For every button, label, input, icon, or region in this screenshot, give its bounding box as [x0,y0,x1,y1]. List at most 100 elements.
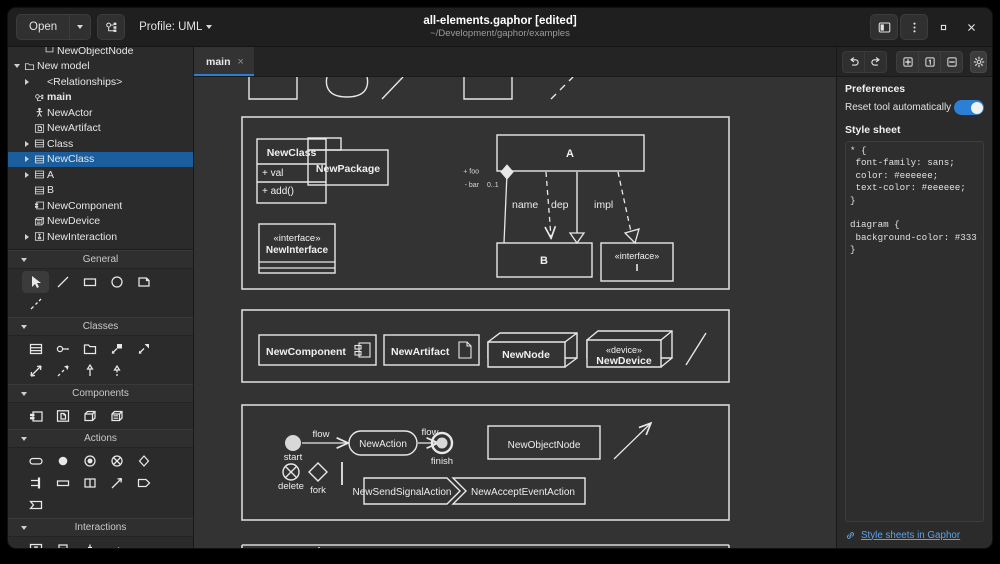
interactions-group[interactable] [241,544,730,548]
sidebar-toggle-button[interactable] [870,14,898,40]
maximize-button[interactable] [930,15,956,39]
containment-tool[interactable] [103,338,130,360]
association-tool[interactable] [22,360,49,382]
generalization-relationship[interactable] [568,172,586,245]
realization-tool[interactable] [103,360,130,382]
dependency-relationship[interactable]: dep [546,171,569,237]
zoom-out-button[interactable] [940,50,963,73]
objectnode-shape[interactable]: NewObjectNode [487,425,601,460]
reset-tool-pref-row[interactable]: Reset tool automatically [845,100,984,115]
line-tool[interactable] [49,271,76,293]
tree-item[interactable]: NewArtifact [8,121,193,137]
expander-closed-icon[interactable] [22,78,32,85]
classes-group[interactable]: NewClass + val + add() NewPackage «inter… [241,116,730,290]
dependency-tool[interactable] [49,360,76,382]
generalization-tool[interactable] [76,360,103,382]
tree-item[interactable]: NewDevice [8,214,193,230]
newinterface-shape[interactable]: «interface» NewInterface [258,223,336,274]
tree-item[interactable]: NewObjectNode [8,47,193,59]
tab-main[interactable]: main × [194,47,254,76]
interface-i-shape[interactable]: «interface» I [600,242,674,282]
newartifact-shape[interactable]: NewArtifact [383,334,480,366]
lifeline-tool[interactable] [49,539,76,548]
action-tool[interactable] [22,450,49,472]
zoom-100-button[interactable] [918,50,940,73]
partition-tool[interactable] [76,472,103,494]
class-a-shape[interactable]: A [496,134,645,172]
stylesheet-editor[interactable]: * { font-family: sans; color: #eeeeee; t… [845,141,984,522]
diagram-tab-bar[interactable]: main × [194,47,836,77]
zoom-in-button[interactable] [896,50,918,73]
tree-item[interactable]: <Relationships> [8,74,193,90]
tree-item[interactable]: NewActor [8,105,193,121]
comment-tool[interactable] [130,271,157,293]
tree-item[interactable]: New model [8,59,193,75]
fork-node-tool[interactable] [22,472,49,494]
decision-node-tool[interactable] [130,450,157,472]
toolbox-section-header[interactable]: Interactions [8,518,193,537]
open-split-button[interactable]: Open [16,14,92,40]
expander-closed-icon[interactable] [22,233,32,240]
accepteventaction-shape[interactable]: NewAcceptEventAction [451,477,586,505]
open-button[interactable]: Open [16,14,70,40]
initial-node-tool[interactable] [49,450,76,472]
components-group[interactable]: NewComponent NewArtifact NewNode «device… [241,309,730,383]
newdevice-shape[interactable]: «device» NewDevice [586,330,673,368]
fork-decision-node[interactable] [308,462,328,482]
toolbox-panel[interactable]: General Classes Components Actions Interacti… [8,249,193,548]
realization-relationship[interactable]: impl [594,171,640,245]
main-menu-button[interactable] [900,14,928,40]
package-tool[interactable] [76,338,103,360]
interface-tool[interactable] [49,338,76,360]
node-tool[interactable] [76,405,103,427]
composite-association-tool[interactable] [130,338,157,360]
control-flow-tool[interactable] [103,472,130,494]
component-connector-line[interactable] [685,332,707,366]
object-flow-edge[interactable] [613,424,650,460]
expander-closed-icon[interactable] [22,140,32,147]
redo-button[interactable] [864,50,887,73]
diagram-toolbar[interactable] [837,47,992,77]
newnode-shape[interactable]: NewNode [487,332,578,368]
tree-item[interactable]: main [8,90,193,106]
stylesheet-help-row[interactable]: Style sheets in Gaphor [837,522,992,548]
association-relationship[interactable]: + foo - bar 0..1 name [463,164,538,244]
open-dropdown-button[interactable] [69,14,92,40]
class-b-shape[interactable]: B [496,242,593,278]
send-signal-action-tool[interactable] [130,472,157,494]
box-tool[interactable] [76,271,103,293]
tree-item[interactable]: NewComponent [8,198,193,214]
toolbox-section-header[interactable]: Actions [8,429,193,448]
comment-line-tool[interactable] [22,293,49,315]
object-node-tool[interactable] [49,472,76,494]
newaction-shape[interactable]: NewAction [348,430,418,456]
toolbox-section-header[interactable]: General [8,250,193,269]
tree-item[interactable]: NewInteraction [8,229,193,245]
stylesheet-help-link[interactable]: Style sheets in Gaphor [861,530,960,541]
newpackage-shape[interactable]: NewPackage [307,137,389,186]
tree-item[interactable]: B [8,183,193,199]
message-tool[interactable] [103,539,130,548]
undo-button[interactable] [842,50,864,73]
artifact-tool[interactable] [49,405,76,427]
device-tool[interactable] [103,405,130,427]
model-tree[interactable]: NewObjectNode New model <Relationships> mai… [8,47,193,249]
execution-specification-tool[interactable] [76,539,103,548]
class-tool[interactable] [22,338,49,360]
new-model-button[interactable] [97,14,126,40]
tree-item[interactable]: NewClass [8,151,193,167]
tree-item[interactable]: A [8,167,193,183]
newcomponent-shape[interactable]: NewComponent [258,334,377,366]
delete-node[interactable] [282,463,300,481]
profile-selector[interactable]: Profile: UML [139,21,213,33]
tab-close-icon[interactable]: × [238,56,244,68]
interaction-tool[interactable] [22,539,49,548]
expander-closed-icon[interactable] [22,171,32,178]
toolbox-section-header[interactable]: Classes [8,317,193,336]
diagram-canvas[interactable]: NewClass + val + add() NewPackage «inter… [194,77,836,548]
ellipse-tool[interactable] [103,271,130,293]
close-button[interactable] [958,15,984,39]
pointer-tool[interactable] [22,271,49,293]
flow-final-node-tool[interactable] [103,450,130,472]
reset-tool-toggle[interactable] [954,100,984,115]
